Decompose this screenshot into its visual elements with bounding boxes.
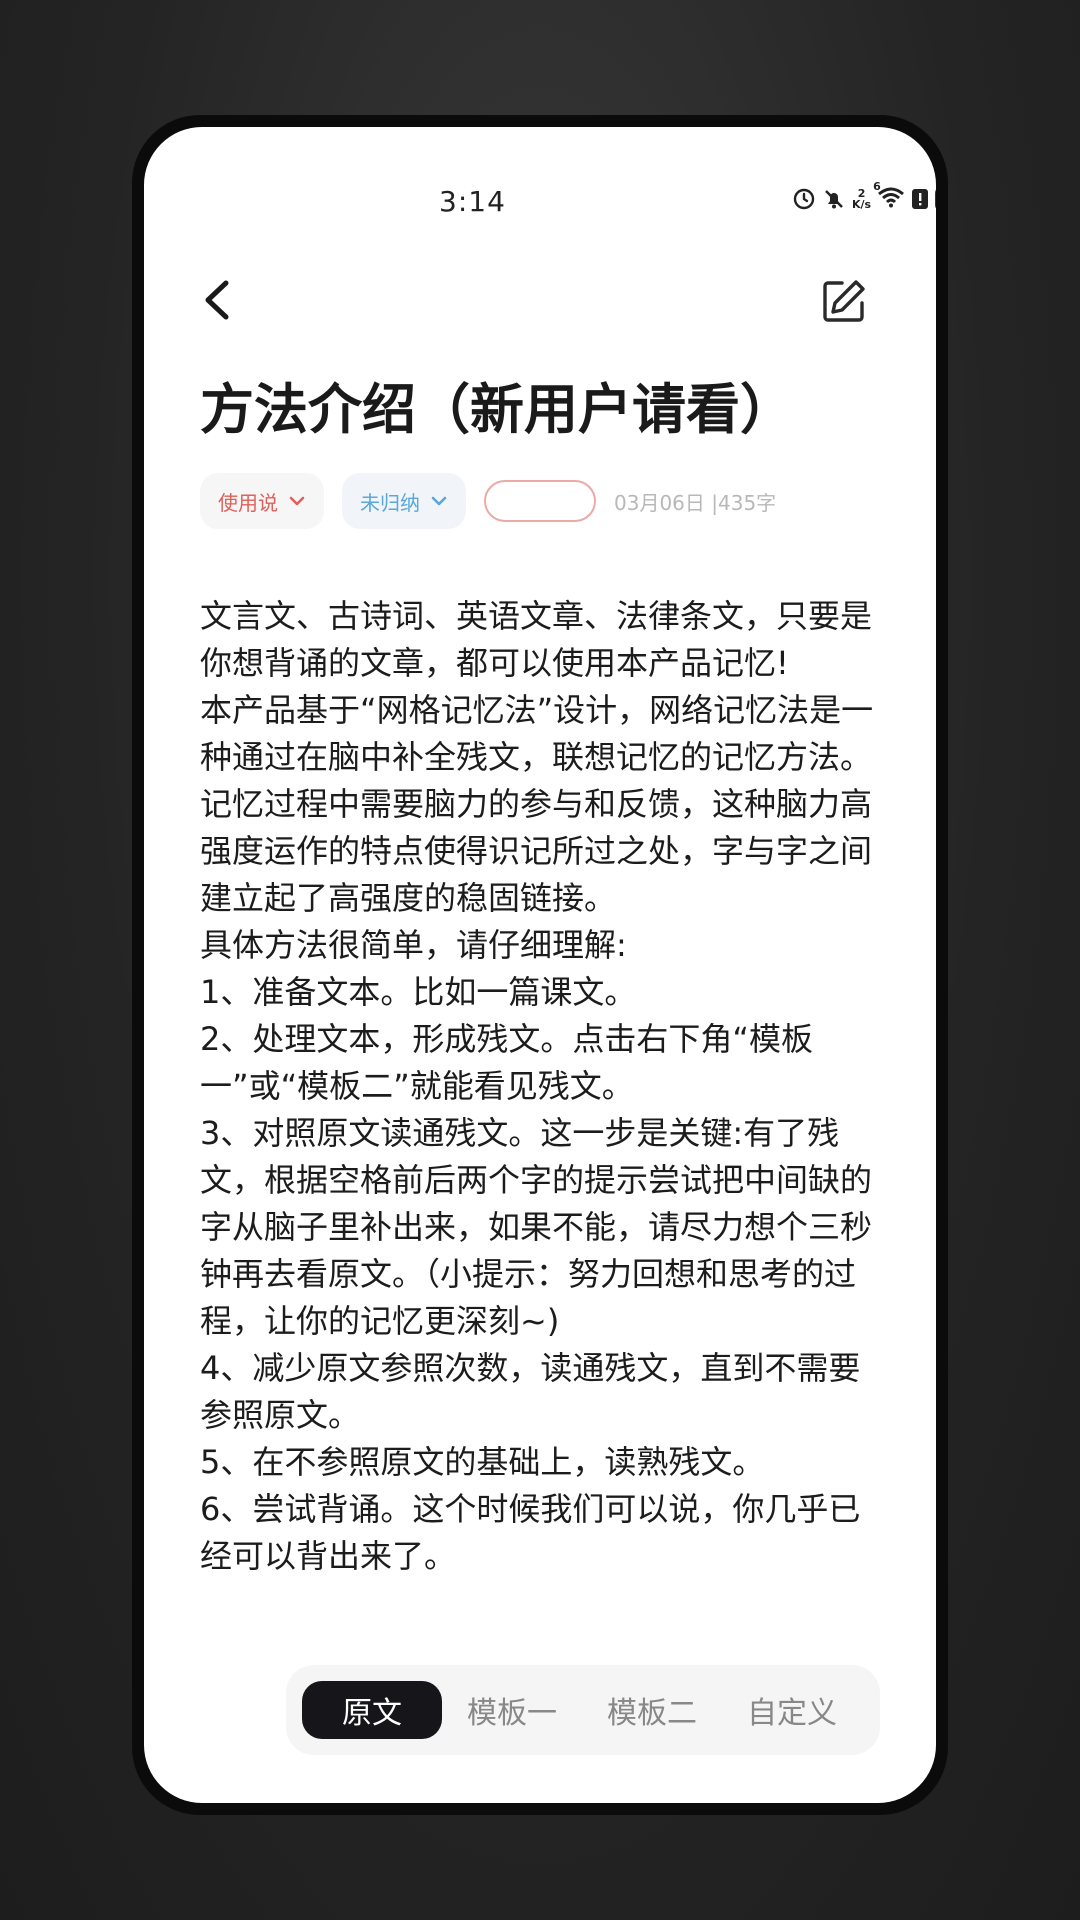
group-label: 未归纳 bbox=[360, 490, 420, 515]
battery-indicator: 73 bbox=[935, 187, 936, 211]
chevron-down-icon bbox=[431, 496, 447, 506]
tab-template-two[interactable]: 模板二 bbox=[582, 1681, 722, 1739]
edit-icon bbox=[823, 280, 865, 322]
body-paragraph: 6、尝试背诵。这个时候我们可以说，你几乎已经可以背出来了。 bbox=[200, 1490, 861, 1575]
app-screen: 3:14 2 K/s 6 方法介绍（新用户请看） 使用说 未归纳 03月06日 … bbox=[144, 127, 936, 1803]
wifi-icon bbox=[878, 187, 905, 208]
phone-frame: 3:14 2 K/s 6 方法介绍（新用户请看） 使用说 未归纳 03月06日 … bbox=[132, 115, 948, 1815]
group-dropdown[interactable]: 未归纳 bbox=[342, 473, 466, 529]
tab-original[interactable]: 原文 bbox=[302, 1681, 442, 1739]
status-bar: 3:14 2 K/s 6 bbox=[144, 127, 936, 218]
status-time: 3:14 bbox=[439, 185, 506, 218]
category-label: 使用说 bbox=[218, 490, 278, 515]
battery-level: 73 bbox=[935, 187, 936, 211]
status-icons: 2 K/s 6 7 bbox=[792, 180, 936, 215]
edit-button[interactable] bbox=[820, 277, 868, 325]
body-paragraph: 文言文、古诗词、英语文章、法律条文，只要是你想背诵的文章，都可以使用本产品记忆! bbox=[200, 597, 873, 682]
category-dropdown[interactable]: 使用说 bbox=[200, 473, 324, 529]
empty-tag-button[interactable] bbox=[484, 480, 596, 522]
network-speed: 2 K/s bbox=[852, 187, 872, 211]
body-paragraph: 本产品基于“网格记忆法”设计，网络记忆法是一种通过在脑中补全残文，联想记忆的记忆… bbox=[200, 691, 874, 917]
body-paragraph: 具体方法很简单，请仔细理解: bbox=[200, 926, 627, 964]
body-paragraph: 5、在不参照原文的基础上，读熟残文。 bbox=[200, 1443, 765, 1481]
wifi-label: 6 bbox=[873, 180, 881, 193]
tab-custom[interactable]: 自定义 bbox=[722, 1681, 862, 1739]
template-tabs: 原文 模板一 模板二 自定义 bbox=[286, 1665, 880, 1755]
tags-row: 使用说 未归纳 03月06日 |435字 bbox=[200, 471, 776, 531]
body-paragraph: 1、准备文本。比如一篇课文。 bbox=[200, 973, 637, 1011]
body-paragraph: 3、对照原文读通残文。这一步是关键:有了残文，根据空格前后两个字的提示尝试把中间… bbox=[200, 1114, 873, 1340]
mute-bell-icon bbox=[825, 190, 843, 209]
page-title: 方法介绍（新用户请看） bbox=[200, 378, 794, 441]
note-body: 文言文、古诗词、英语文章、法律条文，只要是你想背诵的文章，都可以使用本产品记忆!… bbox=[200, 593, 890, 1647]
alert-icon bbox=[912, 189, 929, 209]
alarm-icon bbox=[793, 188, 815, 210]
chevron-down-icon bbox=[289, 496, 305, 506]
note-meta: 03月06日 |435字 bbox=[614, 490, 777, 515]
wifi-group: 6 bbox=[873, 180, 905, 212]
body-paragraph: 2、处理文本，形成残文。点击右下角“模板一”或“模板二”就能看见残文。 bbox=[200, 1020, 813, 1105]
chevron-left-icon bbox=[205, 280, 229, 320]
back-button[interactable] bbox=[194, 275, 244, 325]
body-paragraph: 4、减少原文参照次数，读通残文，直到不需要参照原文。 bbox=[200, 1349, 861, 1434]
tab-template-one[interactable]: 模板一 bbox=[442, 1681, 582, 1739]
